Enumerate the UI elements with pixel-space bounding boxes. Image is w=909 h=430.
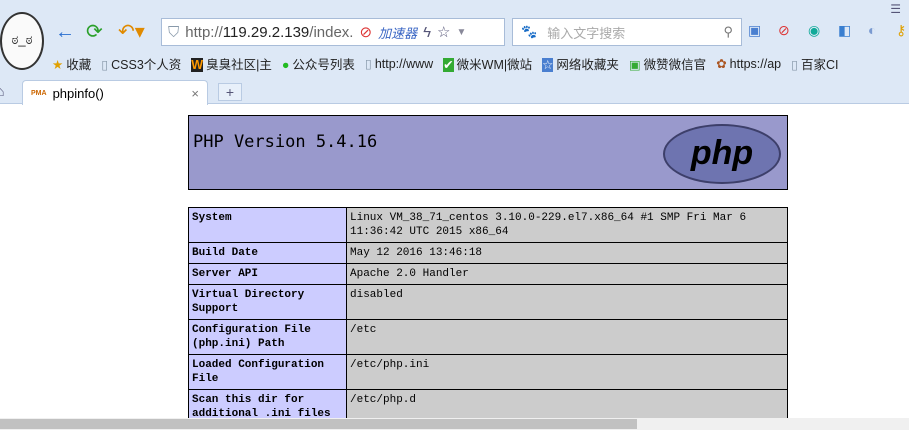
row-key: Virtual Directory Support xyxy=(188,284,347,320)
url-text: http://119.29.2.139/index. xyxy=(185,23,354,41)
row-value: disabled xyxy=(346,284,788,320)
tab-label: phpinfo() xyxy=(52,85,104,101)
table-row: Build Date May 12 2016 13:46:18 xyxy=(188,242,788,264)
browser-chrome: ☰ ಠ_ಠ ← ⟳ ↶▾ ⛉ http://119.29.2.139/index… xyxy=(0,0,909,105)
table-row: Virtual Directory Support disabled xyxy=(188,284,788,320)
pma-icon: PMA xyxy=(31,89,47,97)
row-value: May 12 2016 13:46:18 xyxy=(346,242,788,264)
row-key: Loaded Configuration File xyxy=(188,354,347,390)
bookmark-item[interactable]: ▯ http://www xyxy=(365,56,433,71)
user-avatar[interactable]: ಠ_ಠ xyxy=(0,12,44,70)
chevron-down-icon[interactable]: ▼ xyxy=(456,27,466,38)
cloud-icon[interactable]: ◐ xyxy=(868,22,876,38)
translate-icon[interactable]: ◧ xyxy=(838,22,851,39)
bookmark-item[interactable]: ▯ CSS3个人资 xyxy=(101,54,181,73)
key-icon[interactable]: ⚷ xyxy=(896,22,906,39)
accelerator-link[interactable]: 加速器 xyxy=(378,23,417,42)
star-icon[interactable]: ☆ xyxy=(437,23,450,41)
bookmark-item[interactable]: ☆ 网络收藏夹 xyxy=(542,54,619,73)
screenshot-icon[interactable]: ▣ xyxy=(748,22,761,39)
horizontal-scrollbar[interactable] xyxy=(0,418,909,430)
row-value: Linux VM_38_71_centos 3.10.0-229.el7.x86… xyxy=(346,207,788,243)
row-value: /etc xyxy=(346,319,788,355)
bookmark-item[interactable]: W 臭臭社区|主 xyxy=(191,54,272,73)
table-row: Loaded Configuration File/etc/php.ini xyxy=(188,354,788,390)
table-row: Server API Apache 2.0 Handler xyxy=(188,263,788,285)
refresh-icon[interactable]: ⟳ xyxy=(86,20,103,44)
back-icon[interactable]: ← xyxy=(55,20,75,44)
block-icon[interactable]: ⊘ xyxy=(359,23,372,41)
table-row: System Linux VM_38_71_centos 3.10.0-229.e… xyxy=(188,207,788,243)
php-logo[interactable]: php xyxy=(663,124,781,184)
paw-icon: 🐾 xyxy=(521,24,538,39)
tab-phpinfo[interactable]: PMA phpinfo() × xyxy=(22,80,208,105)
php-header: PHP Version 5.4.16 php xyxy=(188,115,788,190)
php-info-table: System Linux VM_38_71_centos 3.10.0-229.e… xyxy=(188,207,788,425)
scrollbar-thumb[interactable] xyxy=(0,419,637,429)
table-row: Configuration File (php.ini) Path/etc xyxy=(188,319,788,355)
home-icon[interactable]: ⌂ xyxy=(0,83,4,99)
bookmark-item[interactable]: ▣ 微赞微信官 xyxy=(629,54,706,73)
close-tab-icon[interactable]: × xyxy=(191,86,199,101)
extension-icon[interactable]: ◉ xyxy=(808,22,820,39)
bookmark-item[interactable]: ✿ https://ap xyxy=(716,56,781,71)
search-box[interactable]: 🐾 输入文字搜索 ⚲ xyxy=(512,18,742,46)
menu-icon[interactable]: ☰ xyxy=(890,2,901,16)
row-key: Server API xyxy=(188,263,347,285)
row-key: Build Date xyxy=(188,242,347,264)
shield-icon: ⛉ xyxy=(168,23,180,41)
search-input[interactable]: 输入文字搜索 xyxy=(547,23,625,42)
bookmark-item[interactable]: ▯ 百家CI xyxy=(791,54,838,73)
row-key: Configuration File (php.ini) Path xyxy=(188,319,347,355)
row-key: System xyxy=(188,207,347,243)
bookmark-item[interactable]: ● 公众号列表 xyxy=(282,54,355,73)
php-version-title: PHP Version 5.4.16 xyxy=(193,132,378,152)
new-tab-button[interactable]: + xyxy=(218,83,242,101)
row-value: /etc/php.ini xyxy=(346,354,788,390)
adblock-icon[interactable]: ⊘ xyxy=(778,22,790,39)
undo-icon[interactable]: ↶▾ xyxy=(118,20,145,44)
bookmarks-bar: ★ 收藏 ▯ CSS3个人资 W 臭臭社区|主 ● 公众号列表 ▯ http://www … xyxy=(52,52,839,74)
lightning-icon[interactable]: ϟ xyxy=(423,24,431,41)
tab-strip: ⌂ PMA phpinfo() × + xyxy=(0,80,909,105)
search-icon[interactable]: ⚲ xyxy=(723,24,733,40)
address-bar[interactable]: ⛉ http://119.29.2.139/index. ⊘ 加速器 ϟ ☆ ▼ xyxy=(161,18,505,46)
row-value: Apache 2.0 Handler xyxy=(346,263,788,285)
bookmark-item[interactable]: ✔ 微米WM|微站 xyxy=(443,54,532,73)
bookmark-item[interactable]: ★ 收藏 xyxy=(52,54,91,73)
